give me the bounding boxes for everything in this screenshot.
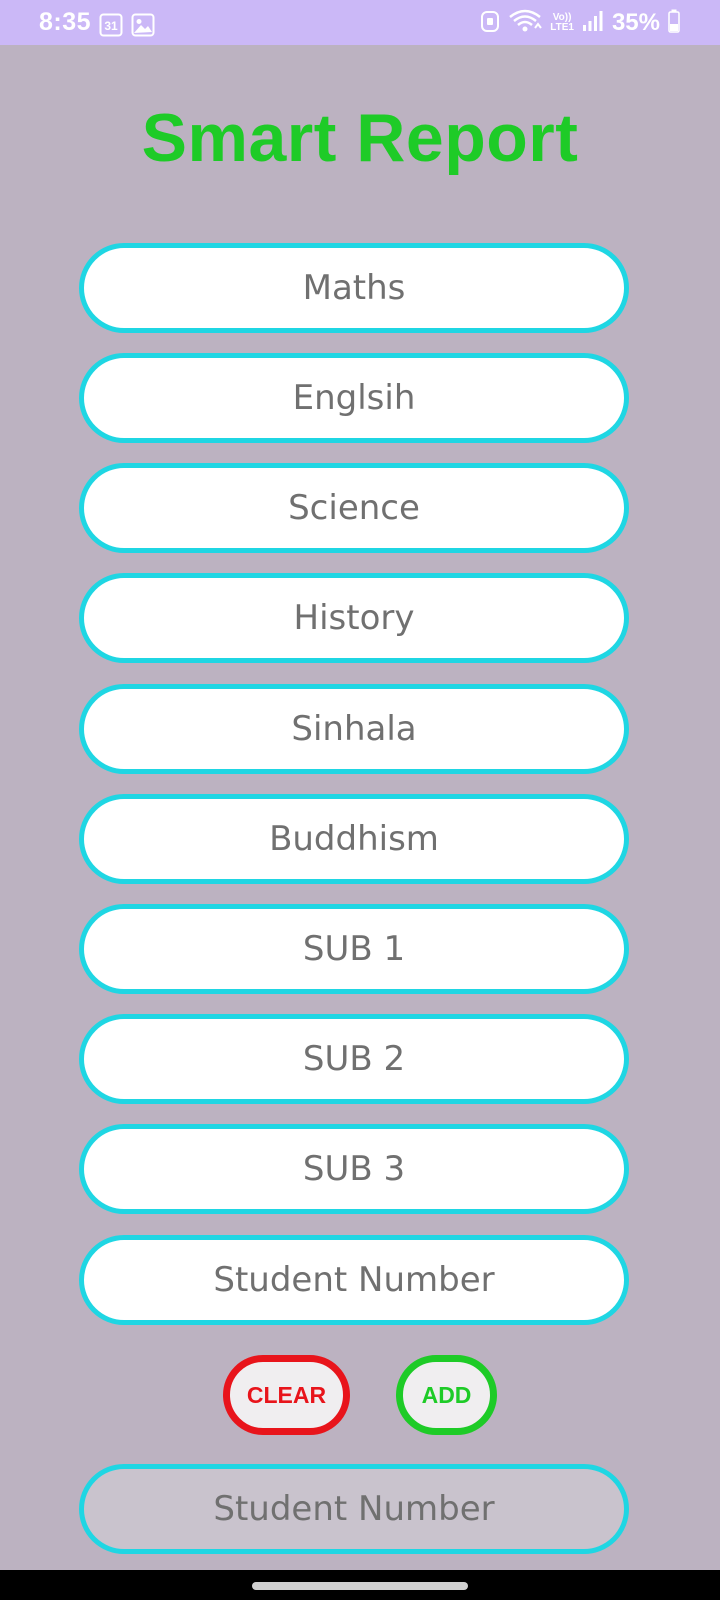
calendar-icon: 31 [99,13,123,42]
english-input[interactable]: Englsih [79,353,629,443]
clear-button[interactable]: CLEAR [223,1355,350,1435]
status-system-icons: Vo)) LTE1 35% [480,9,680,37]
signal-icon [582,10,604,37]
battery-percent: 35% [611,9,660,36]
data-saver-icon [480,9,500,38]
sub3-input[interactable]: SUB 3 [79,1124,629,1214]
status-notification-icons: 31 [99,13,155,42]
history-input[interactable]: History [79,573,629,663]
science-input[interactable]: Science [79,463,629,553]
sub1-input[interactable]: SUB 1 [79,904,629,994]
svg-text:31: 31 [104,19,118,33]
buddhism-input[interactable]: Buddhism [79,794,629,884]
volte-icon: Vo)) LTE1 [550,12,574,33]
student-number-result-field[interactable]: Student Number [79,1464,629,1554]
battery-icon [668,9,680,38]
sub2-input[interactable]: SUB 2 [79,1014,629,1104]
home-gesture-handle[interactable] [252,1582,468,1590]
wifi-icon [508,8,543,39]
page-title: Smart Report [141,100,579,176]
image-icon [131,13,155,42]
status-time: 8:35 [39,8,92,36]
maths-input[interactable]: Maths [79,243,629,333]
sinhala-input[interactable]: Sinhala [79,684,629,774]
student-number-input[interactable]: Student Number [79,1235,629,1325]
status-bar: 8:35 31 Vo)) LTE1 35% [0,0,720,45]
add-button[interactable]: ADD [396,1355,497,1435]
